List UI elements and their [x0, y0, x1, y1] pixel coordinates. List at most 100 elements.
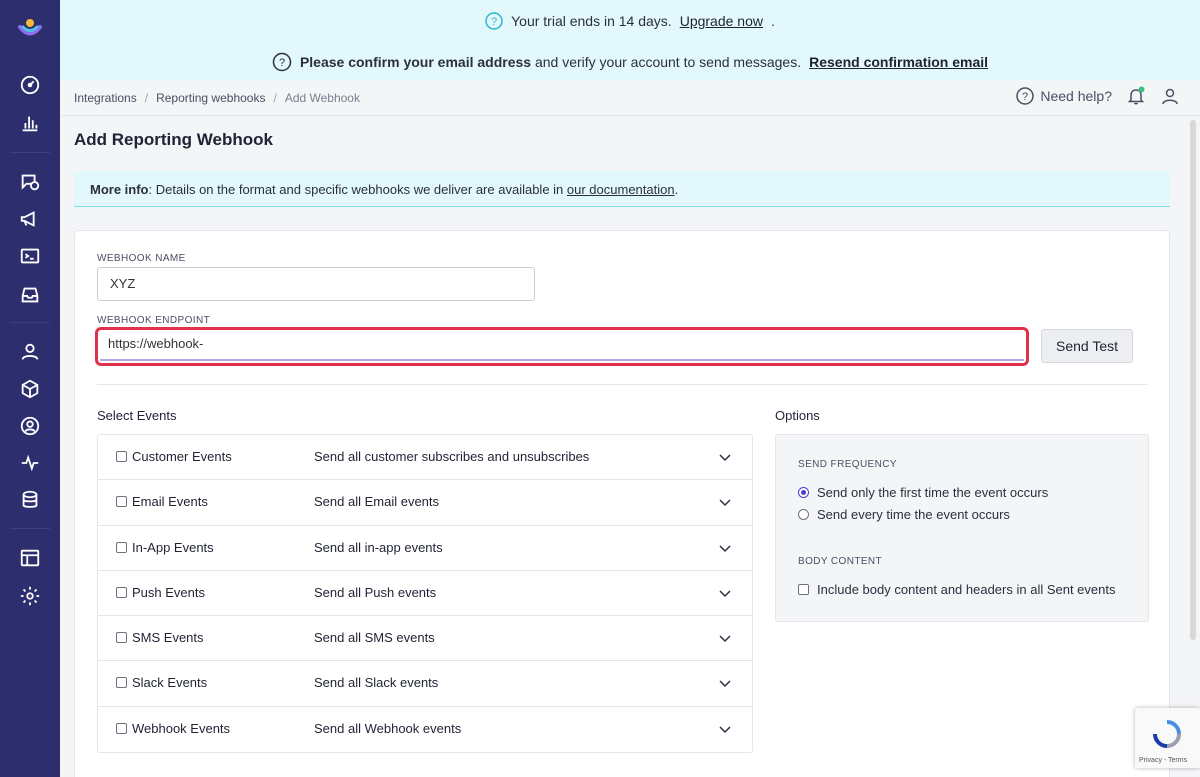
- chevron-down-icon[interactable]: [718, 676, 732, 690]
- event-row-in-app[interactable]: In-App Events Send all in-app events: [98, 526, 752, 571]
- upgrade-link[interactable]: Upgrade now: [680, 13, 763, 29]
- sidebar-divider: [10, 528, 50, 529]
- webhook-events-checkbox[interactable]: [116, 722, 127, 734]
- body-content-text: Include body content and headers in all …: [817, 582, 1116, 597]
- trial-text: Your trial ends in 14 days.: [511, 13, 672, 29]
- webhook-endpoint-input[interactable]: https://webhook-: [95, 327, 1029, 366]
- event-row-email[interactable]: Email Events Send all Email events: [98, 480, 752, 526]
- send-frequency-label: SEND FREQUENCY: [798, 459, 897, 470]
- event-name: Push Events: [132, 584, 205, 600]
- chevron-down-icon[interactable]: [718, 586, 732, 600]
- event-name: Webhook Events: [132, 720, 231, 736]
- info-bold: More info: [90, 182, 149, 197]
- webhook-name-input[interactable]: XYZ: [97, 267, 535, 301]
- confirm-bold: Please confirm your email address: [299, 54, 532, 70]
- webhook-name-label: WEBHOOK NAME: [97, 253, 186, 264]
- breadcrumb-reporting-webhooks[interactable]: Reporting webhooks: [156, 91, 265, 105]
- push-events-checkbox[interactable]: [116, 586, 127, 598]
- webhook-endpoint-value: https://webhook-: [108, 336, 204, 351]
- sidebar: [0, 0, 60, 777]
- event-row-slack[interactable]: Slack Events Send all Slack events: [98, 661, 752, 707]
- top-right-actions: ? Need help?: [1016, 86, 1180, 106]
- recaptcha-text: Privacy - Terms: [1139, 757, 1188, 764]
- question-icon: ?: [1016, 87, 1035, 105]
- analytics-icon[interactable]: [18, 111, 42, 135]
- event-name: Slack Events: [132, 675, 208, 691]
- event-description: Send all Slack events: [314, 675, 439, 691]
- notification-banner: ? Your trial ends in 14 days. Upgrade no…: [60, 0, 1200, 80]
- frequency-every-option[interactable]: Send every time the event occurs: [798, 507, 1010, 522]
- slack-events-checkbox[interactable]: [116, 677, 127, 689]
- activity-icon[interactable]: [18, 451, 42, 475]
- logo-icon[interactable]: [16, 14, 44, 42]
- chevron-down-icon[interactable]: [718, 722, 732, 736]
- messages-icon[interactable]: [18, 170, 42, 194]
- event-description: Send all Push events: [314, 584, 437, 600]
- help-circle-icon: ?: [272, 52, 292, 72]
- send-test-button[interactable]: Send Test: [1041, 329, 1133, 363]
- broadcast-icon[interactable]: [18, 207, 42, 231]
- scrollbar[interactable]: [1190, 120, 1196, 640]
- sidebar-divider: [10, 152, 50, 153]
- chevron-down-icon[interactable]: [718, 495, 732, 509]
- frequency-first-label: Send only the first time the event occur…: [817, 485, 1049, 500]
- resend-confirmation-link[interactable]: Resend confirmation email: [809, 54, 988, 70]
- chevron-down-icon[interactable]: [718, 450, 732, 464]
- svg-text:?: ?: [279, 57, 285, 69]
- breadcrumb-add-webhook: Add Webhook: [284, 91, 360, 105]
- event-row-customer[interactable]: Customer Events Send all customer subscr…: [98, 435, 752, 481]
- data-icon[interactable]: [18, 488, 42, 512]
- events-list: Customer Events Send all customer subscr…: [97, 434, 753, 754]
- event-row-push[interactable]: Push Events Send all Push events: [98, 571, 752, 617]
- bell-icon[interactable]: [1126, 86, 1146, 106]
- frequency-first-radio[interactable]: [798, 487, 809, 498]
- confirm-notice: ? Please confirm your email address and …: [60, 52, 1200, 72]
- svg-text:?: ?: [491, 16, 497, 28]
- event-row-webhook[interactable]: Webhook Events Send all Webhook events: [98, 707, 752, 752]
- event-name: Customer Events: [132, 449, 232, 464]
- chevron-down-icon[interactable]: [718, 631, 732, 645]
- people-icon[interactable]: [18, 340, 42, 364]
- breadcrumb-integrations[interactable]: Integrations: [74, 91, 137, 105]
- event-row-sms[interactable]: SMS Events Send all SMS events: [98, 616, 752, 662]
- segments-icon[interactable]: [18, 414, 42, 438]
- body-content-checkbox[interactable]: [798, 584, 809, 595]
- customer-events-checkbox[interactable]: [116, 451, 127, 462]
- trial-notice: ? Your trial ends in 14 days. Upgrade no…: [60, 12, 1200, 30]
- webhook-form-card: WEBHOOK NAME XYZ WEBHOOK ENDPOINT https:…: [74, 230, 1170, 777]
- recaptcha-badge[interactable]: Privacy - Terms: [1135, 708, 1200, 768]
- frequency-every-label: Send every time the event occurs: [817, 507, 1010, 522]
- top-bar: Integrations / Reporting webhooks / Add …: [60, 80, 1200, 116]
- event-name: SMS Events: [132, 630, 204, 646]
- in-app-events-checkbox[interactable]: [116, 541, 127, 553]
- sms-events-checkbox[interactable]: [116, 632, 127, 644]
- chevron-down-icon[interactable]: [718, 541, 732, 555]
- event-name: In-App Events: [132, 539, 214, 555]
- main-area: ? Your trial ends in 14 days. Upgrade no…: [60, 0, 1200, 777]
- select-events-title: Select Events: [97, 408, 177, 423]
- inbox-icon[interactable]: [18, 283, 42, 307]
- objects-icon[interactable]: [18, 377, 42, 401]
- help-circle-icon: ?: [485, 12, 503, 30]
- frequency-first-option[interactable]: Send only the first time the event occur…: [798, 485, 1048, 500]
- options-title: Options: [775, 408, 820, 423]
- breadcrumb: Integrations / Reporting webhooks / Add …: [74, 91, 360, 105]
- need-help-button[interactable]: ? Need help?: [1016, 87, 1112, 105]
- settings-icon[interactable]: [18, 584, 42, 608]
- event-name: Email Events: [132, 494, 208, 510]
- sidebar-divider: [10, 322, 50, 323]
- webhook-endpoint-label: WEBHOOK ENDPOINT: [97, 315, 211, 326]
- email-events-checkbox[interactable]: [116, 496, 127, 508]
- user-icon[interactable]: [1160, 86, 1180, 106]
- event-description: Send all Webhook events: [314, 720, 462, 736]
- terminal-icon[interactable]: [18, 244, 42, 268]
- frequency-every-radio[interactable]: [798, 509, 809, 520]
- form-divider: [97, 384, 1147, 385]
- dashboard-icon[interactable]: [18, 73, 42, 97]
- body-content-option[interactable]: Include body content and headers in all …: [798, 582, 1116, 597]
- documentation-link[interactable]: our documentation: [567, 182, 675, 197]
- info-text: : Details on the format and specific web…: [148, 182, 564, 197]
- layout-icon[interactable]: [18, 546, 42, 570]
- input-focus-underline: [100, 359, 1024, 361]
- event-description: Send all in-app events: [314, 539, 443, 555]
